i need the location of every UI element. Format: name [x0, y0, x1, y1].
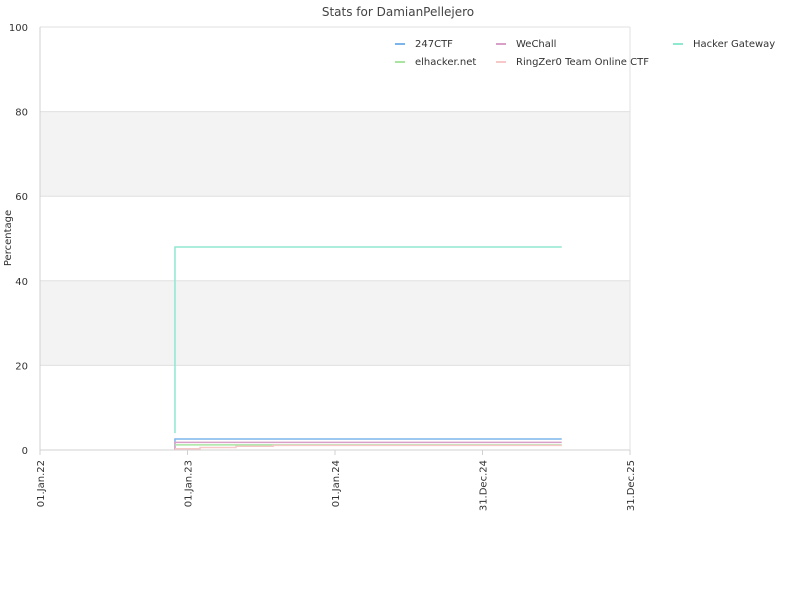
x-tick-label: 01.Jan.22: [36, 460, 47, 507]
y-tick-label: 80: [15, 108, 28, 119]
legend-label: elhacker.net: [415, 57, 476, 68]
y-tick-label: 100: [9, 23, 28, 34]
y-tick-label: 60: [15, 192, 28, 203]
y-axis-label: Percentage: [3, 210, 14, 266]
x-tick-label: 31.Dec.24: [479, 460, 490, 511]
y-tick-label: 20: [15, 361, 28, 372]
plot-band: [40, 280, 630, 366]
axes: [39, 27, 630, 451]
x-tick-label: 01.Jan.23: [184, 460, 195, 507]
legend-label: WeChall: [516, 39, 556, 50]
legend-label: RingZer0 Team Online CTF: [516, 57, 649, 68]
gridlines: [40, 26, 631, 451]
x-tick-label: 31.Dec.25: [626, 460, 637, 511]
y-tick-label: 0: [22, 446, 28, 457]
plot-band: [40, 111, 630, 197]
plot-bands: [40, 111, 630, 366]
legend-label: 247CTF: [415, 39, 453, 50]
chart-title: Stats for DamianPellejero: [322, 5, 474, 19]
series-line-ringzer0-team-online-ctf: [174, 444, 562, 450]
x-tick-label: 01.Jan.24: [331, 460, 342, 507]
legend-label: Hacker Gateway: [693, 39, 775, 50]
x-ticks: 01.Jan.22 01.Jan.23 01.Jan.24 31.Dec.24 31.D…: [36, 450, 637, 511]
chart: Stats for DamianPellejero Percentage 0 20…: [3, 5, 775, 511]
y-tick-label: 40: [15, 277, 28, 288]
legend: 247CTF WeChall Hacker Gateway elhacker.net R…: [395, 39, 775, 68]
